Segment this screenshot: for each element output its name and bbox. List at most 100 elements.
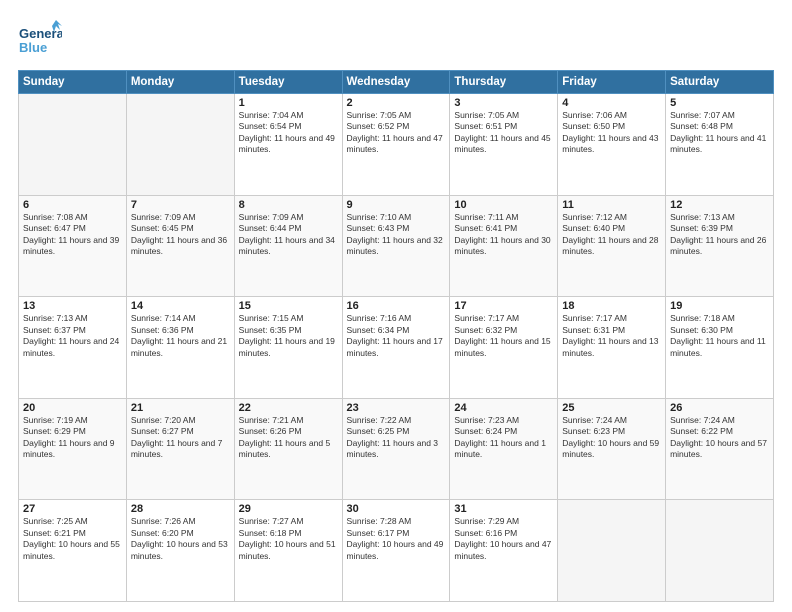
day-info: Sunrise: 7:24 AM Sunset: 6:22 PM Dayligh… xyxy=(670,415,769,461)
day-of-week-saturday: Saturday xyxy=(666,71,774,94)
logo-svg: General Blue xyxy=(18,18,62,62)
day-info: Sunrise: 7:19 AM Sunset: 6:29 PM Dayligh… xyxy=(23,415,122,461)
header: General Blue xyxy=(18,18,774,62)
day-info: Sunrise: 7:22 AM Sunset: 6:25 PM Dayligh… xyxy=(347,415,446,461)
day-number: 18 xyxy=(562,300,661,312)
day-info: Sunrise: 7:10 AM Sunset: 6:43 PM Dayligh… xyxy=(347,212,446,258)
calendar-cell: 18Sunrise: 7:17 AM Sunset: 6:31 PM Dayli… xyxy=(558,297,666,399)
day-number: 24 xyxy=(454,402,553,414)
calendar-cell: 23Sunrise: 7:22 AM Sunset: 6:25 PM Dayli… xyxy=(342,398,450,500)
day-info: Sunrise: 7:09 AM Sunset: 6:45 PM Dayligh… xyxy=(131,212,230,258)
day-info: Sunrise: 7:05 AM Sunset: 6:51 PM Dayligh… xyxy=(454,110,553,156)
day-info: Sunrise: 7:04 AM Sunset: 6:54 PM Dayligh… xyxy=(239,110,338,156)
day-info: Sunrise: 7:13 AM Sunset: 6:37 PM Dayligh… xyxy=(23,313,122,359)
day-info: Sunrise: 7:28 AM Sunset: 6:17 PM Dayligh… xyxy=(347,516,446,562)
calendar-cell: 12Sunrise: 7:13 AM Sunset: 6:39 PM Dayli… xyxy=(666,195,774,297)
day-number: 28 xyxy=(131,503,230,515)
day-of-week-wednesday: Wednesday xyxy=(342,71,450,94)
day-info: Sunrise: 7:26 AM Sunset: 6:20 PM Dayligh… xyxy=(131,516,230,562)
day-info: Sunrise: 7:25 AM Sunset: 6:21 PM Dayligh… xyxy=(23,516,122,562)
day-number: 26 xyxy=(670,402,769,414)
day-number: 12 xyxy=(670,199,769,211)
calendar-cell: 14Sunrise: 7:14 AM Sunset: 6:36 PM Dayli… xyxy=(126,297,234,399)
calendar-header-row: SundayMondayTuesdayWednesdayThursdayFrid… xyxy=(19,71,774,94)
svg-text:Blue: Blue xyxy=(19,40,47,55)
day-of-week-thursday: Thursday xyxy=(450,71,558,94)
calendar-cell: 27Sunrise: 7:25 AM Sunset: 6:21 PM Dayli… xyxy=(19,500,127,602)
calendar-cell: 10Sunrise: 7:11 AM Sunset: 6:41 PM Dayli… xyxy=(450,195,558,297)
day-number: 13 xyxy=(23,300,122,312)
day-number: 10 xyxy=(454,199,553,211)
day-number: 17 xyxy=(454,300,553,312)
day-number: 9 xyxy=(347,199,446,211)
day-number: 14 xyxy=(131,300,230,312)
day-info: Sunrise: 7:15 AM Sunset: 6:35 PM Dayligh… xyxy=(239,313,338,359)
calendar-cell: 31Sunrise: 7:29 AM Sunset: 6:16 PM Dayli… xyxy=(450,500,558,602)
day-number: 8 xyxy=(239,199,338,211)
day-number: 21 xyxy=(131,402,230,414)
day-number: 27 xyxy=(23,503,122,515)
calendar-cell: 4Sunrise: 7:06 AM Sunset: 6:50 PM Daylig… xyxy=(558,94,666,196)
day-of-week-tuesday: Tuesday xyxy=(234,71,342,94)
day-of-week-friday: Friday xyxy=(558,71,666,94)
calendar-cell: 5Sunrise: 7:07 AM Sunset: 6:48 PM Daylig… xyxy=(666,94,774,196)
calendar-cell: 28Sunrise: 7:26 AM Sunset: 6:20 PM Dayli… xyxy=(126,500,234,602)
calendar-week-0: 1Sunrise: 7:04 AM Sunset: 6:54 PM Daylig… xyxy=(19,94,774,196)
calendar-cell: 25Sunrise: 7:24 AM Sunset: 6:23 PM Dayli… xyxy=(558,398,666,500)
calendar-cell: 9Sunrise: 7:10 AM Sunset: 6:43 PM Daylig… xyxy=(342,195,450,297)
calendar-cell xyxy=(666,500,774,602)
day-info: Sunrise: 7:09 AM Sunset: 6:44 PM Dayligh… xyxy=(239,212,338,258)
day-number: 4 xyxy=(562,97,661,109)
day-info: Sunrise: 7:17 AM Sunset: 6:31 PM Dayligh… xyxy=(562,313,661,359)
calendar-cell xyxy=(558,500,666,602)
day-info: Sunrise: 7:06 AM Sunset: 6:50 PM Dayligh… xyxy=(562,110,661,156)
svg-text:General: General xyxy=(19,26,62,41)
day-info: Sunrise: 7:29 AM Sunset: 6:16 PM Dayligh… xyxy=(454,516,553,562)
day-info: Sunrise: 7:18 AM Sunset: 6:30 PM Dayligh… xyxy=(670,313,769,359)
calendar-cell: 16Sunrise: 7:16 AM Sunset: 6:34 PM Dayli… xyxy=(342,297,450,399)
day-number: 16 xyxy=(347,300,446,312)
calendar-cell xyxy=(126,94,234,196)
day-number: 31 xyxy=(454,503,553,515)
calendar-cell: 19Sunrise: 7:18 AM Sunset: 6:30 PM Dayli… xyxy=(666,297,774,399)
day-number: 23 xyxy=(347,402,446,414)
day-info: Sunrise: 7:07 AM Sunset: 6:48 PM Dayligh… xyxy=(670,110,769,156)
day-info: Sunrise: 7:16 AM Sunset: 6:34 PM Dayligh… xyxy=(347,313,446,359)
day-number: 11 xyxy=(562,199,661,211)
logo-container: General Blue xyxy=(18,18,62,62)
calendar-cell: 17Sunrise: 7:17 AM Sunset: 6:32 PM Dayli… xyxy=(450,297,558,399)
day-number: 2 xyxy=(347,97,446,109)
day-number: 20 xyxy=(23,402,122,414)
day-info: Sunrise: 7:13 AM Sunset: 6:39 PM Dayligh… xyxy=(670,212,769,258)
day-number: 29 xyxy=(239,503,338,515)
day-info: Sunrise: 7:05 AM Sunset: 6:52 PM Dayligh… xyxy=(347,110,446,156)
calendar-cell: 22Sunrise: 7:21 AM Sunset: 6:26 PM Dayli… xyxy=(234,398,342,500)
day-number: 22 xyxy=(239,402,338,414)
day-of-week-monday: Monday xyxy=(126,71,234,94)
calendar-cell: 2Sunrise: 7:05 AM Sunset: 6:52 PM Daylig… xyxy=(342,94,450,196)
day-info: Sunrise: 7:20 AM Sunset: 6:27 PM Dayligh… xyxy=(131,415,230,461)
day-info: Sunrise: 7:11 AM Sunset: 6:41 PM Dayligh… xyxy=(454,212,553,258)
logo: General Blue xyxy=(18,18,62,62)
day-info: Sunrise: 7:14 AM Sunset: 6:36 PM Dayligh… xyxy=(131,313,230,359)
calendar-cell: 26Sunrise: 7:24 AM Sunset: 6:22 PM Dayli… xyxy=(666,398,774,500)
calendar-cell: 15Sunrise: 7:15 AM Sunset: 6:35 PM Dayli… xyxy=(234,297,342,399)
day-info: Sunrise: 7:27 AM Sunset: 6:18 PM Dayligh… xyxy=(239,516,338,562)
day-info: Sunrise: 7:23 AM Sunset: 6:24 PM Dayligh… xyxy=(454,415,553,461)
calendar-cell xyxy=(19,94,127,196)
calendar-cell: 30Sunrise: 7:28 AM Sunset: 6:17 PM Dayli… xyxy=(342,500,450,602)
calendar-cell: 3Sunrise: 7:05 AM Sunset: 6:51 PM Daylig… xyxy=(450,94,558,196)
day-number: 30 xyxy=(347,503,446,515)
calendar-week-2: 13Sunrise: 7:13 AM Sunset: 6:37 PM Dayli… xyxy=(19,297,774,399)
calendar-cell: 8Sunrise: 7:09 AM Sunset: 6:44 PM Daylig… xyxy=(234,195,342,297)
calendar-week-3: 20Sunrise: 7:19 AM Sunset: 6:29 PM Dayli… xyxy=(19,398,774,500)
calendar-cell: 24Sunrise: 7:23 AM Sunset: 6:24 PM Dayli… xyxy=(450,398,558,500)
calendar-week-1: 6Sunrise: 7:08 AM Sunset: 6:47 PM Daylig… xyxy=(19,195,774,297)
calendar-table: SundayMondayTuesdayWednesdayThursdayFrid… xyxy=(18,70,774,602)
day-info: Sunrise: 7:24 AM Sunset: 6:23 PM Dayligh… xyxy=(562,415,661,461)
page: General Blue SundayMondayTuesdayWednesda… xyxy=(0,0,792,612)
day-info: Sunrise: 7:08 AM Sunset: 6:47 PM Dayligh… xyxy=(23,212,122,258)
day-number: 1 xyxy=(239,97,338,109)
calendar-cell: 21Sunrise: 7:20 AM Sunset: 6:27 PM Dayli… xyxy=(126,398,234,500)
calendar-cell: 1Sunrise: 7:04 AM Sunset: 6:54 PM Daylig… xyxy=(234,94,342,196)
